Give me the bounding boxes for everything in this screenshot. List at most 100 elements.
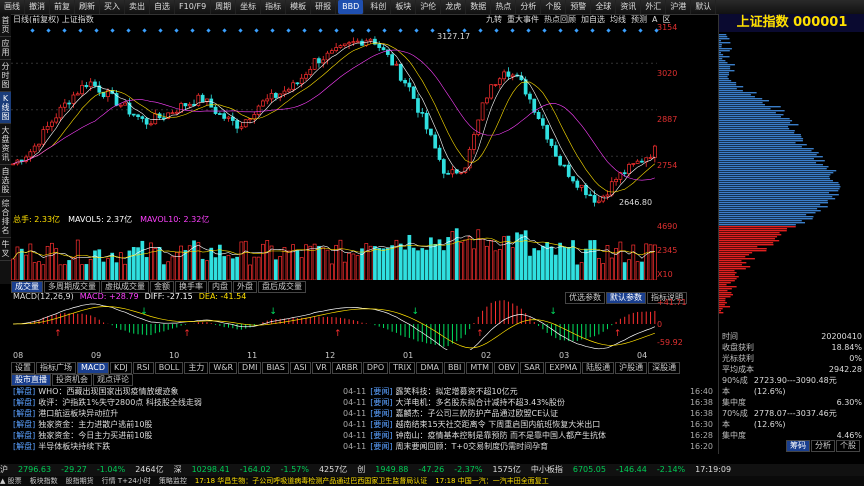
- news-item[interactable]: 04-11 [要闻] 钟南山：疫情基本控制是靠预防 而不是靠中国人都产生抗体 16:2…: [343, 430, 713, 441]
- indicator-tab-17[interactable]: MTM: [466, 362, 494, 374]
- news-item[interactable]: [解盘] 独家资金：今日主力买进前10股: [13, 430, 343, 441]
- toolbar-button-24[interactable]: 资讯: [616, 0, 642, 14]
- news-item[interactable]: [解盘] 收评：沪指跌1%失守2800点 科技股全线走弱: [13, 397, 343, 408]
- news-time: 16:38: [689, 398, 713, 407]
- toolbar-button-11[interactable]: 模板: [286, 0, 312, 14]
- vtab-3[interactable]: K线图: [0, 92, 11, 124]
- indicator-tab-8[interactable]: DMI: [238, 362, 262, 374]
- chip-tab-0[interactable]: 筹码: [786, 440, 810, 452]
- toolbar-button-21[interactable]: 个股: [541, 0, 567, 14]
- toolbar-button-5[interactable]: 卖出: [125, 0, 150, 14]
- chip-distribution-svg: [719, 34, 841, 314]
- indicator-tab-16[interactable]: BBI: [444, 362, 466, 374]
- toolbar-button-2[interactable]: 前复: [50, 0, 75, 14]
- indicator-tab-4[interactable]: RSI: [132, 362, 154, 374]
- chip-tab-2[interactable]: 个股: [836, 440, 860, 452]
- toolbar-button-0[interactable]: 画线: [0, 0, 25, 14]
- toolbar-button-19[interactable]: 热点: [491, 0, 517, 14]
- news-item[interactable]: [解盘] 港口航运板块异动拉升: [13, 408, 343, 419]
- toolbar-button-12[interactable]: 研报: [311, 0, 337, 14]
- kline-chart[interactable]: 3154 3020 2887 2754 3127.17 2646.80: [11, 23, 687, 212]
- news-item[interactable]: [解盘] 半导体板块持续下跌: [13, 441, 343, 452]
- news-item[interactable]: [解盘] WHO：西藏出现国家出现疫情放缓迹象: [13, 386, 343, 397]
- toolbar-button-3[interactable]: 刷新: [75, 0, 100, 14]
- indicator-tab-9[interactable]: BIAS: [262, 362, 289, 374]
- toolbar-button-15[interactable]: 板块: [391, 0, 417, 14]
- vtab-6[interactable]: 综合排名: [0, 197, 11, 238]
- news-tab-0[interactable]: 股市直播: [11, 374, 51, 386]
- indicator-tab-5[interactable]: BOLL: [154, 362, 184, 374]
- indicator-tab-2[interactable]: MACD: [77, 362, 109, 374]
- toolbar-button-6[interactable]: 自选: [150, 0, 175, 14]
- indicator-tab-1[interactable]: 指标广场: [36, 362, 76, 374]
- indicator-tab-10[interactable]: ASI: [289, 362, 311, 374]
- vtab-0[interactable]: 首页: [0, 14, 11, 37]
- indicator-tab-0[interactable]: 设置: [11, 362, 35, 374]
- news-item[interactable]: 04-11 [要闻] 越南结束15天社交距离令 下周重启国内航班恢复大米出口 16:3…: [343, 419, 713, 430]
- chart-tool-3[interactable]: 加自选: [581, 15, 605, 24]
- toolbar-button-22[interactable]: 预警: [566, 0, 592, 14]
- news-item[interactable]: [解盘] 独家资金：主力进散户逃前10股: [13, 419, 343, 430]
- indicator-tab-21[interactable]: 陆股通: [582, 362, 615, 374]
- bottom-item[interactable]: ▲ 股票: [0, 476, 22, 486]
- news-item[interactable]: 04-11 [要闻] 露笑科技：拟定增募资不超10亿元 16:40: [343, 386, 713, 397]
- stock-title: 上证指数 000001: [719, 14, 864, 32]
- news-date: 04-11: [343, 431, 367, 440]
- toolbar-button-23[interactable]: 全球: [591, 0, 617, 14]
- chip-info-key: 光标获利: [722, 354, 754, 363]
- indicator-tab-14[interactable]: TRIX: [389, 362, 416, 374]
- indicator-tab-7[interactable]: W&R: [209, 362, 238, 374]
- indicator-tab-11[interactable]: VR: [311, 362, 331, 374]
- chart-tool-5[interactable]: 预测: [631, 15, 647, 24]
- indicator-tab-6[interactable]: 主力: [184, 362, 209, 374]
- indicator-tab-20[interactable]: EXPMA: [545, 362, 582, 374]
- indicator-tab-3[interactable]: KDJ: [109, 362, 132, 374]
- bottom-item[interactable]: 股指期货: [66, 476, 94, 486]
- toolbar-button-17[interactable]: 龙虎: [441, 0, 467, 14]
- toolbar-button-18[interactable]: 数据: [466, 0, 492, 14]
- vtab-5[interactable]: 自选股: [0, 165, 11, 197]
- bottom-item[interactable]: 板块指数: [30, 476, 58, 486]
- news-item[interactable]: 04-11 [要闻] 周末要闻回顾：T+0交易制度仍需时间孕育 16:20: [343, 441, 713, 452]
- toolbar-button-4[interactable]: 买入: [100, 0, 125, 14]
- news-time: 16:20: [689, 442, 713, 451]
- news-item[interactable]: 04-11 [要闻] 嘉麟杰：子公司三款防护产品通过欧盟CE认证 16:38: [343, 408, 713, 419]
- toolbar-button-16[interactable]: 沪伦: [416, 0, 442, 14]
- toolbar-button-9[interactable]: 坐标: [236, 0, 262, 14]
- indicator-tab-15[interactable]: DMA: [416, 362, 444, 374]
- toolbar-button-20[interactable]: 分析: [516, 0, 542, 14]
- toolbar-button-27[interactable]: 默认: [691, 0, 717, 14]
- news-text: WHO：西藏出现国家出现疫情放缓迹象: [38, 387, 179, 396]
- chip-tab-1[interactable]: 分析: [811, 440, 835, 452]
- indicator-tab-13[interactable]: DPO: [362, 362, 389, 374]
- toolbar-button-1[interactable]: 撤消: [25, 0, 50, 14]
- bottom-item[interactable]: 行情 T+24小时: [102, 476, 151, 486]
- macd-chart[interactable]: MACD(12,26,9) MACD: +28.79 DIFF: -27.15 DEA…: [11, 292, 687, 354]
- toolbar-button-13[interactable]: BBD: [338, 0, 365, 14]
- news-tab-1[interactable]: 投资机会: [52, 374, 92, 386]
- indicator-tab-12[interactable]: ARBR: [331, 362, 362, 374]
- status-item: 1949.88: [375, 465, 409, 474]
- chart-tool-2[interactable]: 热点回顾: [544, 15, 576, 24]
- toolbar-button-8[interactable]: 周期: [211, 0, 237, 14]
- indicator-tab-22[interactable]: 沪股通: [615, 362, 648, 374]
- toolbar-button-25[interactable]: 外汇: [641, 0, 667, 14]
- vtab-4[interactable]: 大盘资讯: [0, 124, 11, 165]
- chart-tool-0[interactable]: 九转: [486, 15, 502, 24]
- vtab-2[interactable]: 分时图: [0, 60, 11, 92]
- chart-tool-4[interactable]: 均线: [610, 15, 626, 24]
- volume-chart[interactable]: 总手: 2.33亿 MAVOL5: 2.37亿 MAVOL10: 2.32亿 469…: [11, 214, 687, 281]
- bottom-item[interactable]: 策略监控: [159, 476, 187, 486]
- indicator-tab-23[interactable]: 深股通: [648, 362, 681, 374]
- news-tab-2[interactable]: 观点评论: [93, 374, 133, 386]
- vtab-7[interactable]: 牛叉: [0, 238, 11, 261]
- toolbar-button-14[interactable]: 科创: [366, 0, 392, 14]
- toolbar-button-26[interactable]: 沪港: [666, 0, 692, 14]
- chart-tool-1[interactable]: 重大事件: [507, 15, 539, 24]
- toolbar-button-7[interactable]: F10/F9: [175, 0, 212, 14]
- vtab-1[interactable]: 应用: [0, 37, 11, 60]
- news-item[interactable]: 04-11 [要闻] 大洋电机：多名股东拟合计减持不超3.43%股份 16:38: [343, 397, 713, 408]
- indicator-tab-19[interactable]: SAR: [520, 362, 545, 374]
- toolbar-button-10[interactable]: 指标: [261, 0, 287, 14]
- indicator-tab-18[interactable]: OBV: [494, 362, 520, 374]
